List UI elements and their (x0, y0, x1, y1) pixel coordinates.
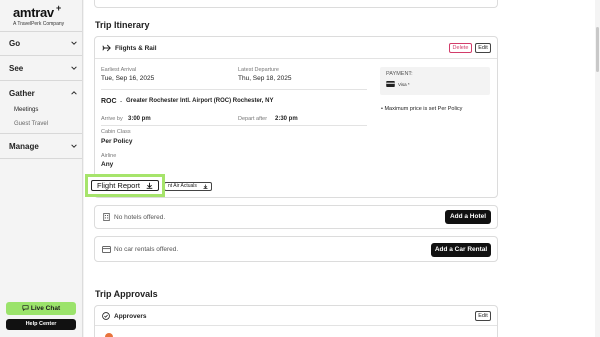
nav-item-see[interactable]: See (9, 64, 77, 73)
arrive-by-label: Arrive by (101, 116, 123, 122)
nav-subitem-meetings[interactable]: Meetings (14, 107, 38, 113)
chevron-down-icon (71, 66, 77, 70)
depart-after-label: Depart after (238, 116, 268, 122)
nav-subitem-guest-travel[interactable]: Guest Travel (14, 121, 48, 127)
payment-card-value: Visa * (398, 82, 410, 87)
airport-dash: - (120, 98, 123, 105)
earliest-arrival-value: Tue, Sep 16, 2025 (101, 75, 155, 82)
chat-icon (22, 305, 29, 312)
nav-item-gather[interactable]: Gather (9, 89, 77, 98)
nav-divider (0, 31, 82, 32)
credit-card-icon (386, 81, 395, 87)
print-air-actuals-button[interactable]: nt Air Actuals (164, 182, 212, 191)
no-hotels-text: No hotels offered. (114, 214, 166, 221)
cabin-class-value: Per Policy (101, 138, 133, 145)
brand-plus: + (56, 3, 62, 13)
chevron-up-icon (71, 91, 77, 95)
policy-note: • Maximum price is set Per Policy (381, 106, 463, 112)
depart-after-value: 2:30 pm (275, 116, 298, 122)
nav-divider (0, 80, 82, 81)
airline-value: Any (101, 161, 114, 168)
latest-departure-value: Thu, Sep 18, 2025 (238, 75, 292, 82)
nav-item-go[interactable]: Go (9, 39, 77, 48)
airport-code: ROC (101, 98, 117, 105)
arrive-by-value: 3:00 pm (128, 116, 151, 122)
flight-report-label: Flight Report (97, 181, 140, 190)
nav-divider (0, 133, 82, 134)
trip-approvals-title: Trip Approvals (95, 289, 158, 299)
card-divider (95, 58, 497, 59)
divider (101, 125, 367, 126)
delete-button[interactable]: Delete (449, 43, 472, 53)
nav-item-label: Manage (9, 142, 39, 151)
download-icon (203, 184, 208, 189)
brand-tagline: A TravelPerk Company (13, 21, 65, 27)
check-circle-icon (102, 312, 110, 320)
chevron-down-icon (71, 144, 77, 148)
hotel-icon (103, 213, 110, 221)
flights-rail-label: Flights & Rail (115, 45, 157, 52)
car-icon (102, 246, 111, 253)
help-center-button[interactable]: Help Center (6, 319, 76, 330)
earliest-arrival-label: Earliest Arrival (101, 67, 137, 73)
edit-flights-button[interactable]: Edit (475, 43, 491, 53)
latest-departure-label: Latest Departure (238, 67, 279, 73)
add-hotel-button[interactable]: Add a Hotel (445, 210, 491, 224)
payment-box: PAYMENT: Visa * (380, 67, 490, 95)
previous-section-card (94, 0, 498, 8)
add-car-rental-button[interactable]: Add a Car Rental (431, 243, 491, 257)
trip-itinerary-title: Trip Itinerary (95, 20, 150, 30)
nav-item-label: Gather (9, 89, 35, 98)
edit-approvers-button[interactable]: Edit (475, 311, 491, 321)
live-chat-button[interactable]: Live Chat (6, 302, 76, 315)
nav-divider (0, 158, 82, 159)
nav-item-label: Go (9, 39, 21, 48)
sidebar: amtrav + A TravelPerk Company Go See Gat… (0, 0, 83, 337)
scrollbar-thumb[interactable] (596, 27, 599, 72)
divider (101, 89, 367, 90)
chevron-down-icon (71, 41, 77, 45)
nav-divider (0, 55, 82, 56)
airport-name: Greater Rochester Intl. Airport (ROC) Ro… (126, 98, 274, 104)
card-divider (95, 325, 497, 326)
live-chat-label: Live Chat (30, 305, 61, 312)
cabin-class-label: Cabin Class (101, 129, 131, 135)
download-icon (146, 182, 153, 189)
plane-rail-icon (102, 44, 111, 52)
avatar (105, 333, 113, 337)
approvers-card (94, 305, 498, 337)
flight-report-highlight: Flight Report (85, 174, 165, 197)
print-air-actuals-label: nt Air Actuals (168, 183, 197, 189)
brand-logo[interactable]: amtrav + A TravelPerk Company (13, 3, 65, 27)
approvers-label: Approvers (114, 313, 147, 320)
no-car-rentals-text: No car rentals offered. (114, 246, 179, 253)
airline-label: Airline (101, 153, 117, 159)
nav-item-manage[interactable]: Manage (9, 142, 77, 151)
nav-item-label: See (9, 64, 24, 73)
flight-report-button[interactable]: Flight Report (91, 180, 159, 191)
payment-label: PAYMENT: (386, 71, 413, 77)
policy-note-text: Maximum price is set Per Policy (384, 106, 463, 112)
